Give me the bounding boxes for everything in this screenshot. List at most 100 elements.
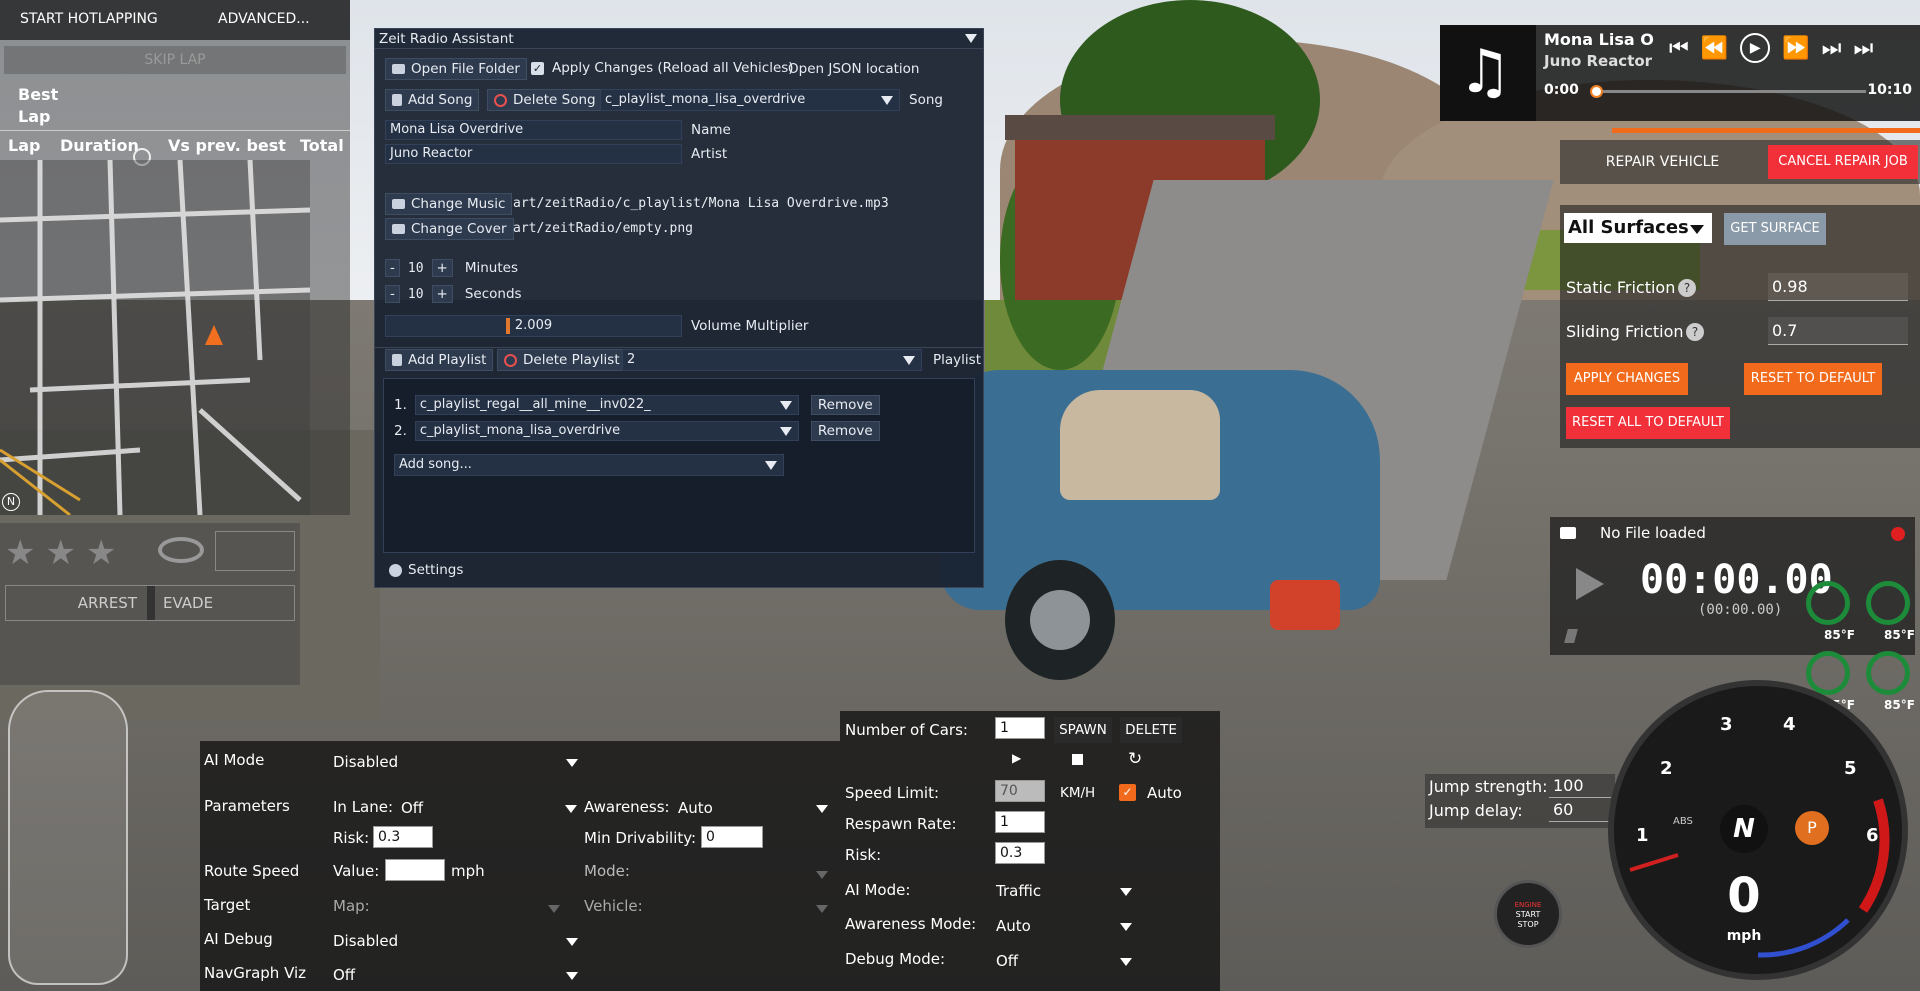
skip-end-icon[interactable]: ⏭ — [1822, 36, 1842, 61]
minimap[interactable]: N — [0, 159, 311, 517]
playlist-list[interactable]: 1. c_playlist_regal__all_mine__inv022_ R… — [383, 378, 975, 553]
help-icon[interactable]: ? — [1678, 279, 1696, 297]
repair-vehicle-button[interactable]: REPAIR VEHICLE — [1560, 140, 1765, 184]
delete-song-button[interactable]: Delete Song — [487, 89, 603, 111]
reset-to-default-button[interactable]: RESET TO DEFAULT — [1744, 363, 1882, 395]
min-drivability-input[interactable]: 0 — [701, 826, 763, 848]
help-icon[interactable]: ? — [1686, 323, 1704, 341]
delete-playlist-button[interactable]: Delete Playlist — [497, 349, 627, 371]
chevron-down-icon[interactable] — [816, 905, 828, 913]
skip-lap-button[interactable]: SKIP LAP — [4, 46, 346, 74]
eye-icon — [158, 537, 204, 563]
change-cover-button[interactable]: Change Cover — [385, 218, 514, 240]
jump-delay-input[interactable]: 60 — [1549, 800, 1611, 822]
minutes-decrement-button[interactable]: - — [385, 259, 400, 277]
play-icon[interactable]: ▶ — [1012, 751, 1021, 765]
delete-icon — [504, 353, 517, 367]
record-icon[interactable] — [1891, 527, 1905, 541]
tire-temp: 85°F — [1884, 628, 1915, 642]
route-speed-input[interactable] — [385, 859, 445, 881]
seconds-stepper[interactable]: - 10 + Seconds — [385, 285, 522, 303]
respawn-input[interactable]: 1 — [995, 811, 1045, 833]
add-song-button[interactable]: Add Song — [385, 89, 480, 111]
chevron-down-icon[interactable] — [548, 905, 560, 913]
volume-slider[interactable]: 2.009 — [385, 315, 682, 337]
ai-debug-select[interactable]: Disabled — [333, 932, 578, 950]
list-item[interactable]: 2. c_playlist_mona_lisa_overdrive Remove — [394, 421, 880, 441]
skip-start-icon[interactable]: ⏮ — [1669, 36, 1689, 61]
minutes-stepper[interactable]: - 10 + Minutes — [385, 259, 518, 277]
start-hotlapping-button[interactable]: START HOTLAPPING — [20, 11, 158, 27]
star-icon: ★ — [5, 533, 36, 573]
num-cars-input[interactable]: 1 — [995, 717, 1045, 739]
spawn-button[interactable]: SPAWN — [1054, 717, 1112, 743]
previous-icon[interactable]: ⏪ — [1701, 36, 1728, 61]
open-json-location-link[interactable]: Open JSON location — [788, 61, 919, 77]
surface-select[interactable]: All Surfaces — [1564, 213, 1712, 243]
navgraph-select[interactable]: Off — [333, 966, 578, 984]
progress-track[interactable] — [1590, 85, 1866, 98]
advanced-button[interactable]: ADVANCED... — [218, 11, 310, 27]
vehicle-wireframe — [8, 690, 128, 985]
artist-label: Artist — [691, 146, 728, 162]
reset-all-button[interactable]: RESET ALL TO DEFAULT — [1566, 407, 1730, 439]
seconds-increment-button[interactable]: + — [431, 285, 453, 303]
get-surface-button[interactable]: GET SURFACE — [1724, 213, 1826, 245]
delete-button[interactable]: DELETE — [1120, 717, 1182, 743]
ai-mode-select[interactable]: Disabled — [333, 753, 578, 771]
delete-playlist-label: Delete Playlist — [523, 352, 620, 368]
awareness-label: Awareness: — [584, 798, 670, 816]
static-friction-input[interactable]: 0.98 — [1768, 273, 1908, 301]
risk-input[interactable]: 0.3 — [373, 826, 433, 848]
stop-icon[interactable] — [1072, 754, 1083, 765]
speed-limit-input[interactable]: 70 — [995, 780, 1045, 802]
remove-button[interactable]: Remove — [810, 421, 880, 441]
park-indicator: P — [1795, 811, 1829, 845]
change-cover-label: Change Cover — [411, 221, 507, 237]
minutes-increment-button[interactable]: + — [431, 259, 453, 277]
sliding-friction-input[interactable]: 0.7 — [1768, 317, 1908, 345]
awareness-mode-select[interactable]: Auto — [996, 917, 1132, 935]
change-music-button[interactable]: Change Music — [385, 193, 513, 215]
song-select[interactable]: c_playlist_regal__all_mine__inv022_ — [414, 395, 799, 415]
add-song-select[interactable]: Add song... — [394, 454, 784, 476]
name-input[interactable]: Mona Lisa Overdrive — [385, 120, 682, 140]
play-icon[interactable] — [1576, 568, 1604, 600]
engine-start-stop-button[interactable]: ENGINE START STOP — [1494, 880, 1562, 948]
play-icon[interactable]: ▶ — [1740, 33, 1771, 63]
jump-strength-input[interactable]: 100 — [1549, 776, 1611, 798]
traffic-risk-input[interactable]: 0.3 — [995, 842, 1045, 864]
traffic-ai-mode-select[interactable]: Traffic — [996, 882, 1132, 900]
collapse-icon[interactable] — [965, 34, 977, 43]
apply-changes-button[interactable]: APPLY CHANGES — [1566, 363, 1688, 395]
remove-button[interactable]: Remove — [810, 395, 880, 415]
debug-mode-select[interactable]: Off — [996, 952, 1132, 970]
apply-changes-checkbox[interactable]: ✓ Apply Changes (Reload all Vehicles) — [531, 60, 794, 76]
slider-handle[interactable] — [506, 318, 510, 334]
artist-input[interactable]: Juno Reactor — [385, 144, 682, 164]
chevron-down-icon[interactable] — [816, 871, 828, 879]
cancel-repair-button[interactable]: CANCEL REPAIR JOB — [1768, 145, 1918, 179]
open-file-folder-button[interactable]: Open File Folder — [385, 58, 527, 80]
in-lane-select[interactable]: Off — [401, 799, 577, 817]
settings-button[interactable]: Settings — [383, 559, 469, 581]
refresh-icon[interactable]: ↻ — [1128, 749, 1142, 769]
kmh-button[interactable]: KM/H — [1060, 785, 1095, 801]
scrubber-handle[interactable] — [1564, 629, 1578, 643]
volume-label: Volume Multiplier — [691, 318, 809, 334]
next-icon[interactable]: ⏩ — [1782, 36, 1809, 61]
auto-checkbox[interactable]: ✓ — [1119, 784, 1136, 801]
awareness-select[interactable]: Auto — [678, 799, 828, 817]
song-select[interactable]: c_playlist_mona_lisa_overdrive — [600, 89, 900, 111]
seconds-decrement-button[interactable]: - — [385, 285, 400, 303]
window-titlebar[interactable]: Zeit Radio Assistant — [375, 29, 983, 49]
list-item[interactable]: 1. c_playlist_regal__all_mine__inv022_ R… — [394, 395, 880, 415]
song-select[interactable]: c_playlist_mona_lisa_overdrive — [414, 421, 799, 441]
progress-handle[interactable] — [1590, 85, 1603, 98]
add-playlist-button[interactable]: Add Playlist — [385, 349, 494, 371]
skip-end-icon[interactable]: ⏭ — [1853, 36, 1873, 61]
auto-label: Auto — [1147, 784, 1182, 802]
playlist-select[interactable]: 2 — [622, 349, 922, 371]
folder-icon[interactable] — [1560, 527, 1576, 539]
police-panel: ★ ★ ★ ARREST EVADE — [0, 523, 300, 685]
